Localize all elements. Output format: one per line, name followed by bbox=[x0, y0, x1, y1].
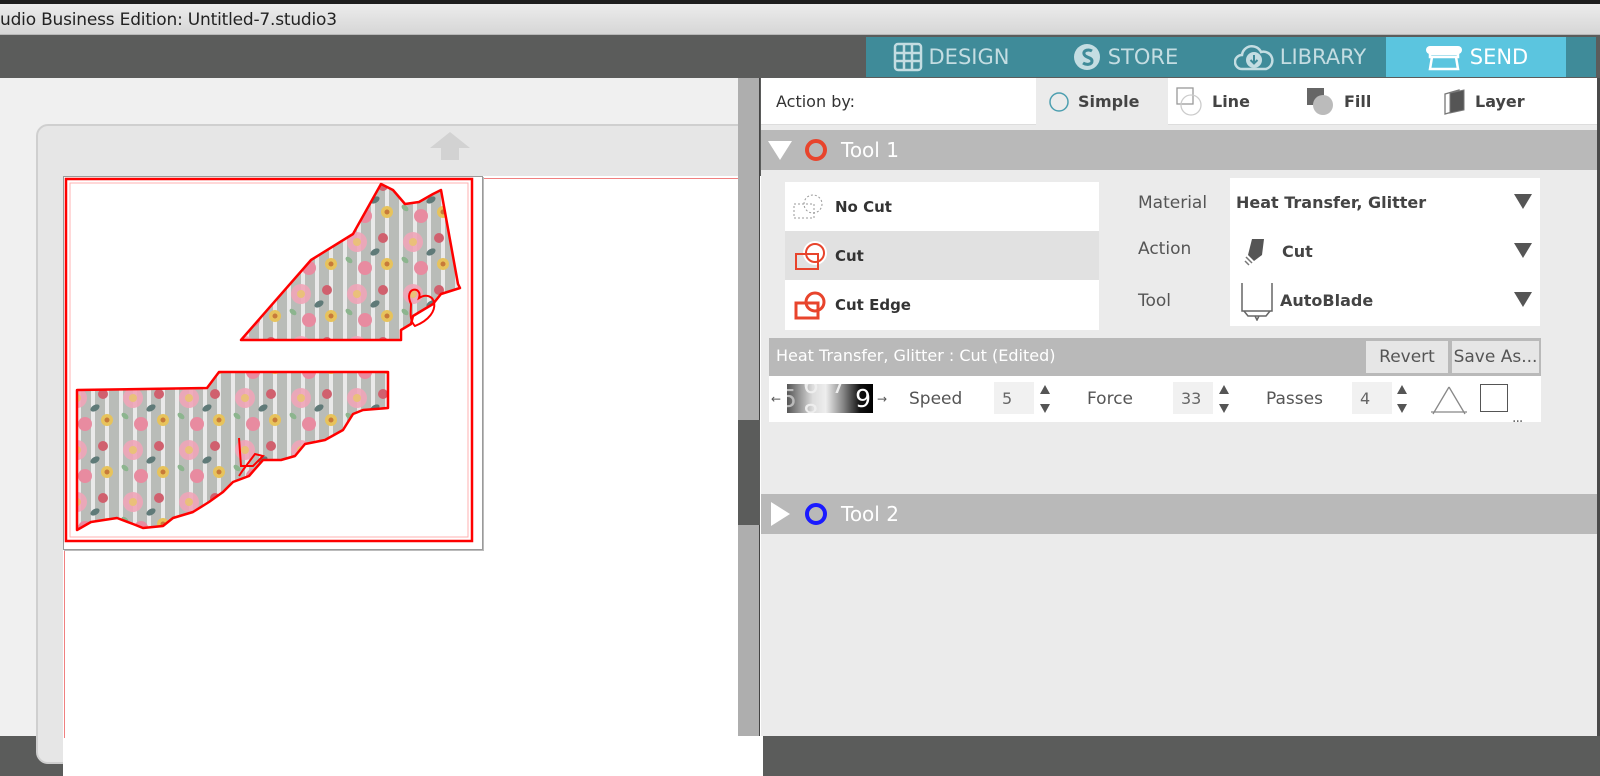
tab-store-label: STORE bbox=[1107, 45, 1179, 69]
passes-stepper-icon[interactable] bbox=[1396, 384, 1408, 414]
fill-icon bbox=[1307, 87, 1333, 115]
line-icon bbox=[1176, 86, 1202, 116]
action-by-line[interactable]: Line bbox=[1176, 78, 1296, 125]
no-cut-icon bbox=[793, 194, 823, 218]
tool-dropdown[interactable]: AutoBlade bbox=[1230, 276, 1546, 325]
more-options-button[interactable]: ... bbox=[1512, 410, 1523, 426]
circle-outline-icon bbox=[1049, 91, 1069, 112]
cut-option-cut-edge[interactable]: Cut Edge bbox=[785, 280, 1099, 329]
tool2-color-ring-icon bbox=[805, 503, 827, 525]
cut-settings-header: Heat Transfer, Glitter : Cut (Edited) Re… bbox=[769, 338, 1541, 376]
action-by-layer-label: Layer bbox=[1475, 92, 1525, 111]
line-segment-overcut-icon[interactable] bbox=[1429, 384, 1469, 418]
action-by-label: Action by: bbox=[776, 92, 856, 111]
window-title: udio Business Edition: Untitled-7.studio… bbox=[0, 10, 337, 30]
action-by-layer[interactable]: Layer bbox=[1443, 78, 1563, 125]
dial-digit-partial-left: 5 bbox=[787, 384, 799, 413]
material-dropdown[interactable]: Heat Transfer, Glitter bbox=[1230, 178, 1546, 227]
action-value: Cut bbox=[1282, 242, 1313, 261]
tool-value: AutoBlade bbox=[1280, 291, 1374, 310]
window-titlebar: udio Business Edition: Untitled-7.studio… bbox=[0, 4, 1600, 35]
cut-option-cut[interactable]: Cut bbox=[785, 231, 1099, 280]
action-by-fill-label: Fill bbox=[1344, 92, 1372, 111]
force-input[interactable]: 33 bbox=[1173, 382, 1213, 414]
autoblade-icon bbox=[1241, 282, 1273, 321]
floral-design-shapes[interactable] bbox=[63, 176, 483, 550]
revert-button[interactable]: Revert bbox=[1366, 341, 1448, 373]
blade-dial-left-arrow-icon[interactable]: ← bbox=[771, 376, 781, 422]
dropdown-arrow-icon bbox=[1514, 243, 1532, 258]
cloud-download-icon bbox=[1233, 45, 1274, 71]
action-by-bar: Action by: Simple Line Fill Layer bbox=[761, 78, 1597, 125]
speed-label: Speed bbox=[909, 389, 963, 409]
tool1-header[interactable]: Tool 1 bbox=[761, 130, 1597, 170]
action-by-simple[interactable]: Simple bbox=[1036, 78, 1168, 125]
tool1-color-ring-icon bbox=[805, 139, 827, 161]
save-as-button[interactable]: Save As... bbox=[1452, 341, 1539, 373]
tool2-name: Tool 2 bbox=[841, 502, 899, 526]
tool2-header[interactable]: Tool 2 bbox=[761, 494, 1597, 534]
expand-triangle-icon[interactable] bbox=[765, 499, 795, 529]
blade-dial-right-arrow-icon[interactable]: → bbox=[877, 376, 887, 422]
nav-tabs: DESIGN STORE LIBRARY SEND bbox=[866, 37, 1596, 77]
action-by-fill[interactable]: Fill bbox=[1306, 78, 1426, 125]
silhouette-s-icon bbox=[1073, 44, 1100, 70]
scrollbar-thumb[interactable] bbox=[738, 420, 760, 525]
send-panel: Action by: Simple Line Fill Layer Tool 1… bbox=[761, 78, 1600, 736]
cut-option-no-cut-label: No Cut bbox=[835, 197, 892, 216]
upper-shape bbox=[239, 182, 462, 342]
action-by-simple-label: Simple bbox=[1078, 92, 1140, 111]
corner-option-checkbox[interactable] bbox=[1480, 384, 1508, 412]
collapse-triangle-icon[interactable] bbox=[765, 135, 795, 165]
tab-design[interactable]: DESIGN bbox=[866, 37, 1036, 77]
action-by-line-label: Line bbox=[1212, 92, 1250, 111]
action-dropdown[interactable]: Cut bbox=[1230, 227, 1546, 276]
tab-send-label: SEND bbox=[1469, 45, 1529, 69]
speed-input[interactable]: 5 bbox=[994, 382, 1034, 414]
tab-design-label: DESIGN bbox=[928, 45, 1010, 69]
tab-store[interactable]: STORE bbox=[1036, 37, 1214, 77]
tool-label: Tool bbox=[1138, 291, 1172, 311]
property-dropdowns: Heat Transfer, Glitter Cut AutoBlade bbox=[1230, 178, 1540, 326]
cut-edge-icon bbox=[794, 291, 826, 319]
cut-settings-row: ← 5 6 7 8 9 → Speed 5 Force 33 Passes 4 … bbox=[769, 376, 1541, 426]
tool1-name: Tool 1 bbox=[841, 138, 899, 162]
grid-icon bbox=[893, 42, 922, 72]
action-label: Action bbox=[1138, 239, 1192, 259]
cut-option-no-cut[interactable]: No Cut bbox=[785, 182, 1099, 231]
passes-input[interactable]: 4 bbox=[1352, 382, 1392, 414]
cutter-machine-icon bbox=[1425, 46, 1462, 71]
tab-send[interactable]: SEND bbox=[1386, 37, 1566, 77]
canvas-vertical-scrollbar[interactable] bbox=[738, 78, 760, 736]
cut-settings-title: Heat Transfer, Glitter : Cut (Edited) bbox=[776, 346, 1056, 365]
cut-icon bbox=[795, 240, 827, 270]
force-label: Force bbox=[1087, 389, 1133, 409]
lower-shape bbox=[75, 370, 390, 532]
cut-options-list: No Cut Cut Cut Edge bbox=[785, 182, 1099, 330]
pen-cut-icon bbox=[1244, 238, 1264, 266]
feed-direction-arrow-icon bbox=[430, 132, 470, 160]
cut-option-cut-edge-label: Cut Edge bbox=[835, 295, 911, 314]
dropdown-arrow-icon bbox=[1514, 194, 1532, 209]
speed-stepper-icon[interactable] bbox=[1039, 384, 1051, 414]
passes-label: Passes bbox=[1266, 389, 1323, 409]
tab-library-label: LIBRARY bbox=[1279, 45, 1367, 69]
material-value: Heat Transfer, Glitter bbox=[1236, 193, 1427, 212]
force-stepper-icon[interactable] bbox=[1218, 384, 1230, 414]
dial-digit-partial-right: 9 bbox=[855, 384, 873, 413]
blade-depth-dial[interactable]: 5 6 7 8 9 bbox=[787, 384, 873, 413]
cut-option-cut-label: Cut bbox=[835, 246, 864, 265]
dial-digits: 6 7 8 bbox=[802, 384, 849, 413]
material-label: Material bbox=[1138, 193, 1208, 213]
layer-icon bbox=[1444, 88, 1465, 115]
tab-library[interactable]: LIBRARY bbox=[1214, 37, 1386, 77]
dropdown-arrow-icon bbox=[1514, 292, 1532, 307]
